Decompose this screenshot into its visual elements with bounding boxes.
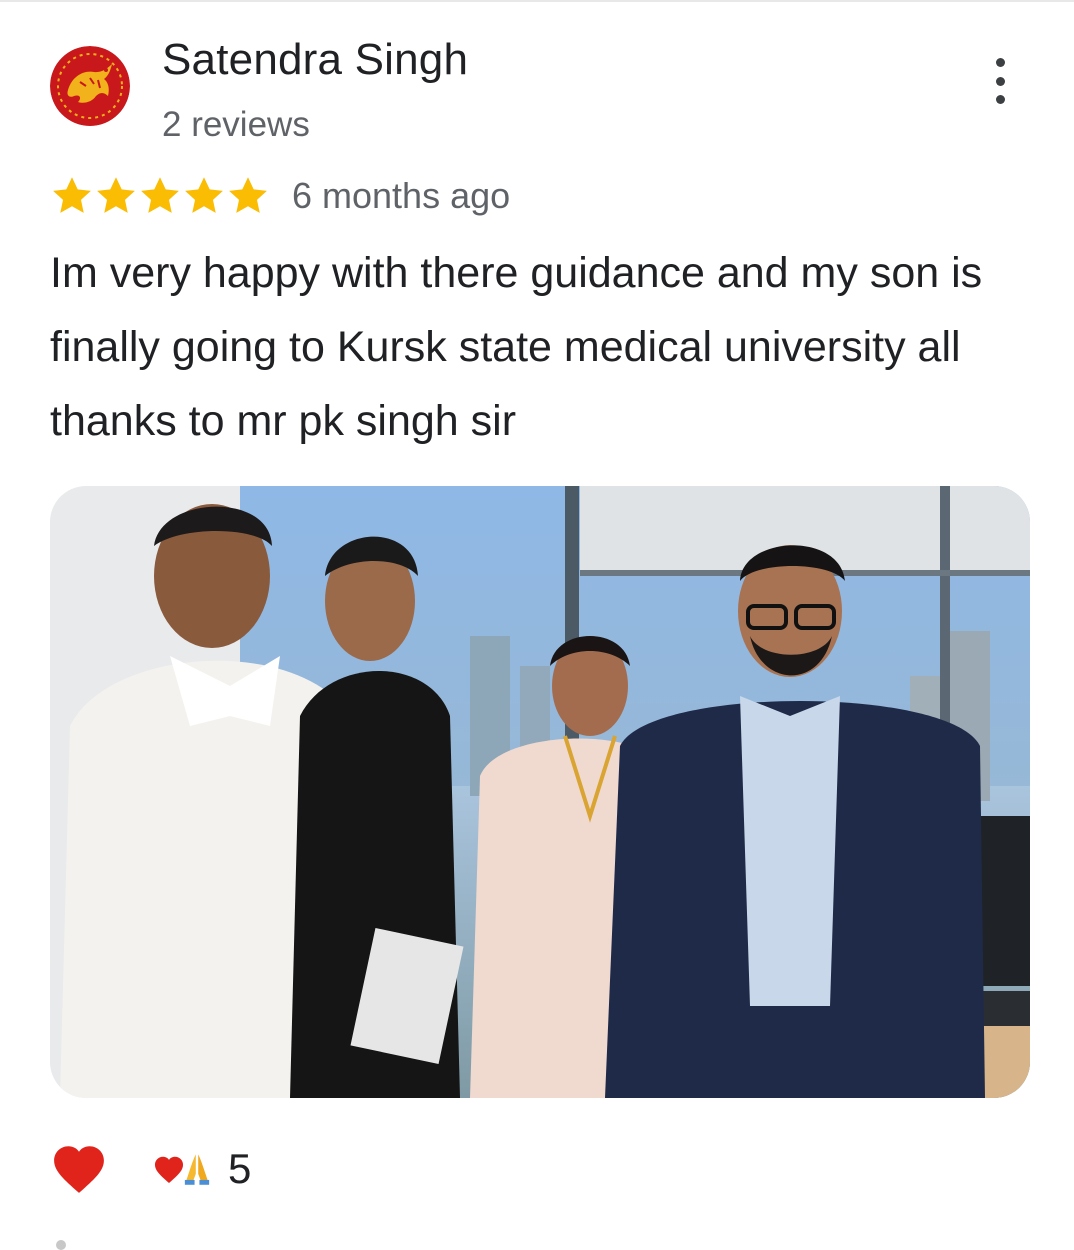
- reaction-count: 5: [228, 1145, 252, 1192]
- menu-dot: [995, 95, 1005, 104]
- star-icon: [185, 177, 223, 213]
- reviewer-avatar[interactable]: [50, 46, 130, 126]
- review-photo[interactable]: [50, 486, 1030, 1098]
- top-divider: [0, 0, 1074, 2]
- tiger-emblem-icon: [50, 46, 130, 126]
- reviewer-review-count: 2 reviews: [162, 105, 310, 144]
- review-text: Im very happy with there guidance and my…: [50, 249, 983, 445]
- star-rating: [50, 173, 270, 219]
- reviewer-name[interactable]: Satendra Singh: [162, 34, 468, 86]
- praying-hands-icon: [184, 1154, 210, 1185]
- more-options-icon[interactable]: [980, 58, 1020, 104]
- scroll-indicator: [56, 1240, 66, 1250]
- star-icon: [141, 177, 179, 213]
- menu-dot: [995, 76, 1005, 86]
- star-icon: [229, 177, 267, 213]
- star-icon: [97, 177, 135, 213]
- menu-dot: [995, 58, 1005, 67]
- heart-icon: [154, 1156, 184, 1184]
- heart-icon[interactable]: [50, 1141, 108, 1195]
- photo-scene: [50, 486, 1030, 1098]
- star-icon: [53, 177, 91, 213]
- reaction-summary[interactable]: 5: [152, 1146, 251, 1192]
- reaction-bar: [50, 1136, 108, 1200]
- review-timestamp: 6 months ago: [292, 175, 511, 216]
